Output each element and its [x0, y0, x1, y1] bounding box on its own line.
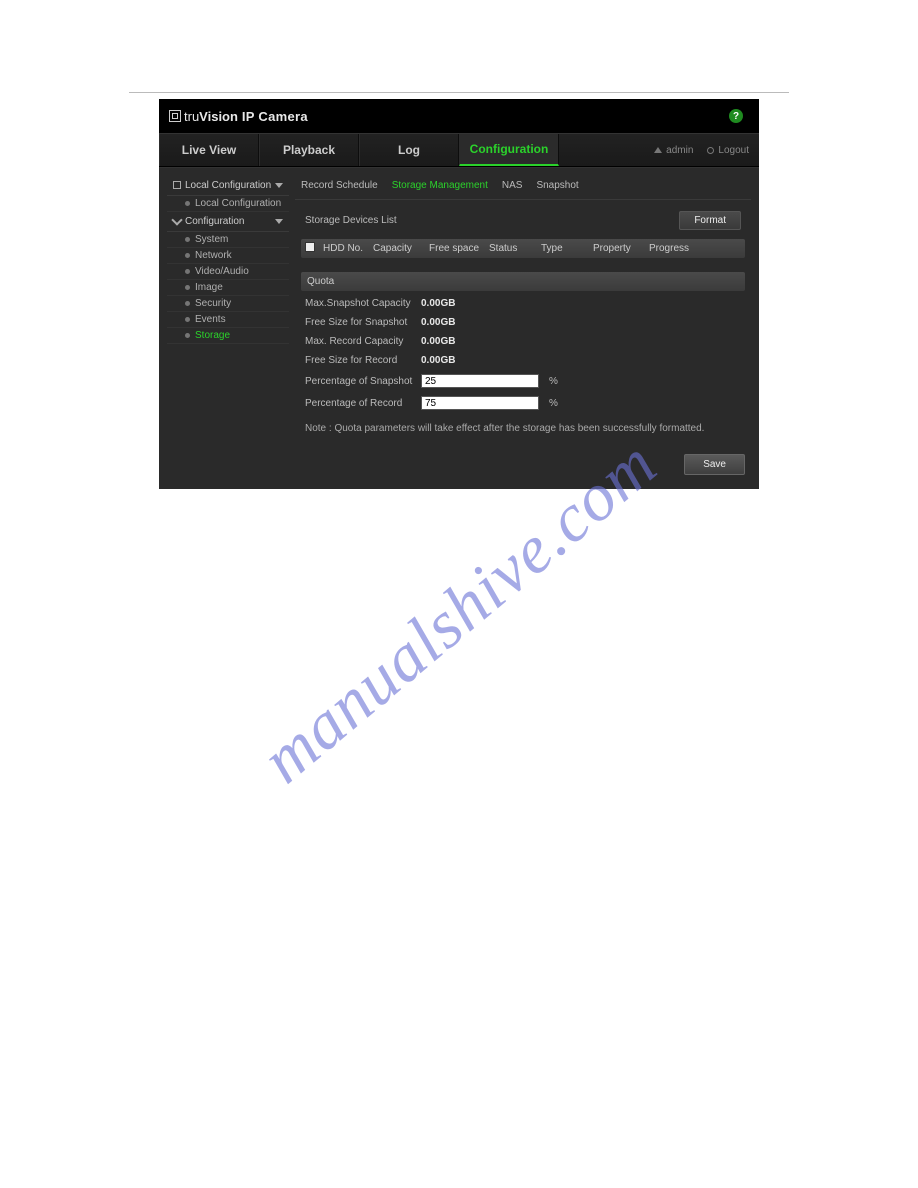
col-property: Property	[593, 243, 643, 254]
label-max-snapshot-capacity: Max.Snapshot Capacity	[305, 298, 413, 309]
logout-link[interactable]: Logout	[707, 145, 749, 156]
help-icon[interactable]: ?	[729, 109, 743, 123]
row-pct-snapshot: Percentage of Snapshot %	[301, 373, 745, 389]
save-button[interactable]: Save	[684, 454, 745, 475]
input-pct-snapshot[interactable]	[421, 374, 539, 388]
col-capacity: Capacity	[373, 243, 423, 254]
sidebar-item-label: Video/Audio	[195, 266, 249, 277]
wrench-icon	[171, 214, 182, 225]
sidebar-item-label: Events	[195, 314, 226, 325]
sidebar: Local Configuration Local Configuration …	[167, 176, 289, 481]
row-max-snapshot-capacity: Max.Snapshot Capacity 0.00GB	[301, 297, 745, 310]
nav-playback[interactable]: Playback	[259, 134, 359, 166]
row-max-record-capacity: Max. Record Capacity 0.00GB	[301, 335, 745, 348]
sidebar-item-label: Local Configuration	[195, 198, 281, 209]
input-pct-record[interactable]	[421, 396, 539, 410]
sidebar-item-storage[interactable]: Storage	[167, 328, 289, 344]
col-progress: Progress	[649, 243, 741, 254]
checkbox-icon	[305, 242, 315, 252]
logo-icon	[169, 110, 181, 122]
quota-note: Note : Quota parameters will take effect…	[301, 417, 745, 436]
sidebar-local-config-header[interactable]: Local Configuration	[167, 176, 289, 196]
tab-snapshot[interactable]: Snapshot	[534, 178, 580, 193]
content-panel: Record Schedule Storage Management NAS S…	[295, 176, 751, 481]
value-max-snapshot-capacity: 0.00GB	[421, 298, 455, 309]
brand-suffix: IP Camera	[238, 109, 308, 124]
top-nav: Live View Playback Log Configuration adm…	[159, 133, 759, 167]
page-rule	[129, 92, 789, 93]
user-name: admin	[666, 145, 693, 156]
bullet-icon	[185, 333, 190, 338]
user-icon	[654, 147, 662, 153]
quota-section-title: Quota	[301, 272, 745, 291]
value-max-record-capacity: 0.00GB	[421, 336, 455, 347]
brand-part1: tru	[184, 109, 199, 124]
brand-text: truVision IP Camera	[184, 109, 308, 124]
main-area: Local Configuration Local Configuration …	[159, 167, 759, 489]
sidebar-item-security[interactable]: Security	[167, 296, 289, 312]
current-user[interactable]: admin	[654, 145, 693, 156]
value-free-size-snapshot: 0.00GB	[421, 317, 455, 328]
select-all-checkbox[interactable]	[305, 242, 317, 255]
col-free-space: Free space	[429, 243, 483, 254]
logout-label: Logout	[718, 145, 749, 156]
label-max-record-capacity: Max. Record Capacity	[305, 336, 413, 347]
sidebar-item-label: Network	[195, 250, 232, 261]
col-type: Type	[541, 243, 587, 254]
user-area: admin Logout	[654, 134, 759, 166]
sidebar-config-label: Configuration	[185, 216, 244, 227]
sidebar-item-local-configuration[interactable]: Local Configuration	[167, 196, 289, 212]
label-pct-snapshot: Percentage of Snapshot	[305, 376, 413, 387]
storage-devices-title: Storage Devices List	[305, 215, 397, 226]
sidebar-item-image[interactable]: Image	[167, 280, 289, 296]
sidebar-item-label: Storage	[195, 330, 230, 341]
storage-devices-title-row: Storage Devices List Format	[301, 208, 745, 233]
bullet-icon	[185, 237, 190, 242]
tab-nas[interactable]: NAS	[500, 178, 525, 193]
sidebar-item-label: System	[195, 234, 228, 245]
bullet-icon	[185, 285, 190, 290]
label-free-size-record: Free Size for Record	[305, 355, 413, 366]
bullet-icon	[185, 301, 190, 306]
col-hdd-no: HDD No.	[323, 243, 367, 254]
pct-unit: %	[549, 398, 558, 409]
bullet-icon	[185, 201, 190, 206]
row-free-size-snapshot: Free Size for Snapshot 0.00GB	[301, 316, 745, 329]
chevron-down-icon	[275, 183, 283, 188]
save-row: Save	[295, 436, 751, 481]
pct-unit: %	[549, 376, 558, 387]
row-pct-record: Percentage of Record %	[301, 395, 745, 411]
sidebar-item-label: Image	[195, 282, 223, 293]
col-status: Status	[489, 243, 535, 254]
storage-panel: Storage Devices List Format HDD No. Capa…	[295, 208, 751, 436]
tab-record-schedule[interactable]: Record Schedule	[299, 178, 380, 193]
sidebar-item-events[interactable]: Events	[167, 312, 289, 328]
bullet-icon	[185, 253, 190, 258]
label-free-size-snapshot: Free Size for Snapshot	[305, 317, 413, 328]
nav-configuration[interactable]: Configuration	[459, 134, 559, 166]
nav-live-view[interactable]: Live View	[159, 134, 259, 166]
sidebar-config-header[interactable]: Configuration	[167, 212, 289, 232]
storage-table-header: HDD No. Capacity Free space Status Type …	[301, 239, 745, 258]
subtabs: Record Schedule Storage Management NAS S…	[295, 176, 751, 200]
tab-storage-management[interactable]: Storage Management	[390, 178, 490, 193]
sidebar-item-label: Security	[195, 298, 231, 309]
sidebar-item-network[interactable]: Network	[167, 248, 289, 264]
label-pct-record: Percentage of Record	[305, 398, 413, 409]
nav-log[interactable]: Log	[359, 134, 459, 166]
format-button[interactable]: Format	[679, 211, 741, 230]
bullet-icon	[185, 269, 190, 274]
chevron-down-icon	[275, 219, 283, 224]
sidebar-local-config-label: Local Configuration	[185, 180, 271, 191]
app-header: truVision IP Camera ?	[159, 99, 759, 133]
bullet-icon	[185, 317, 190, 322]
sidebar-item-system[interactable]: System	[167, 232, 289, 248]
sidebar-item-video-audio[interactable]: Video/Audio	[167, 264, 289, 280]
brand-part2: Vision	[199, 109, 238, 124]
value-free-size-record: 0.00GB	[421, 355, 455, 366]
logout-icon	[707, 147, 714, 154]
app-frame: truVision IP Camera ? Live View Playback…	[159, 99, 759, 489]
screen-icon	[173, 181, 181, 189]
row-free-size-record: Free Size for Record 0.00GB	[301, 354, 745, 367]
